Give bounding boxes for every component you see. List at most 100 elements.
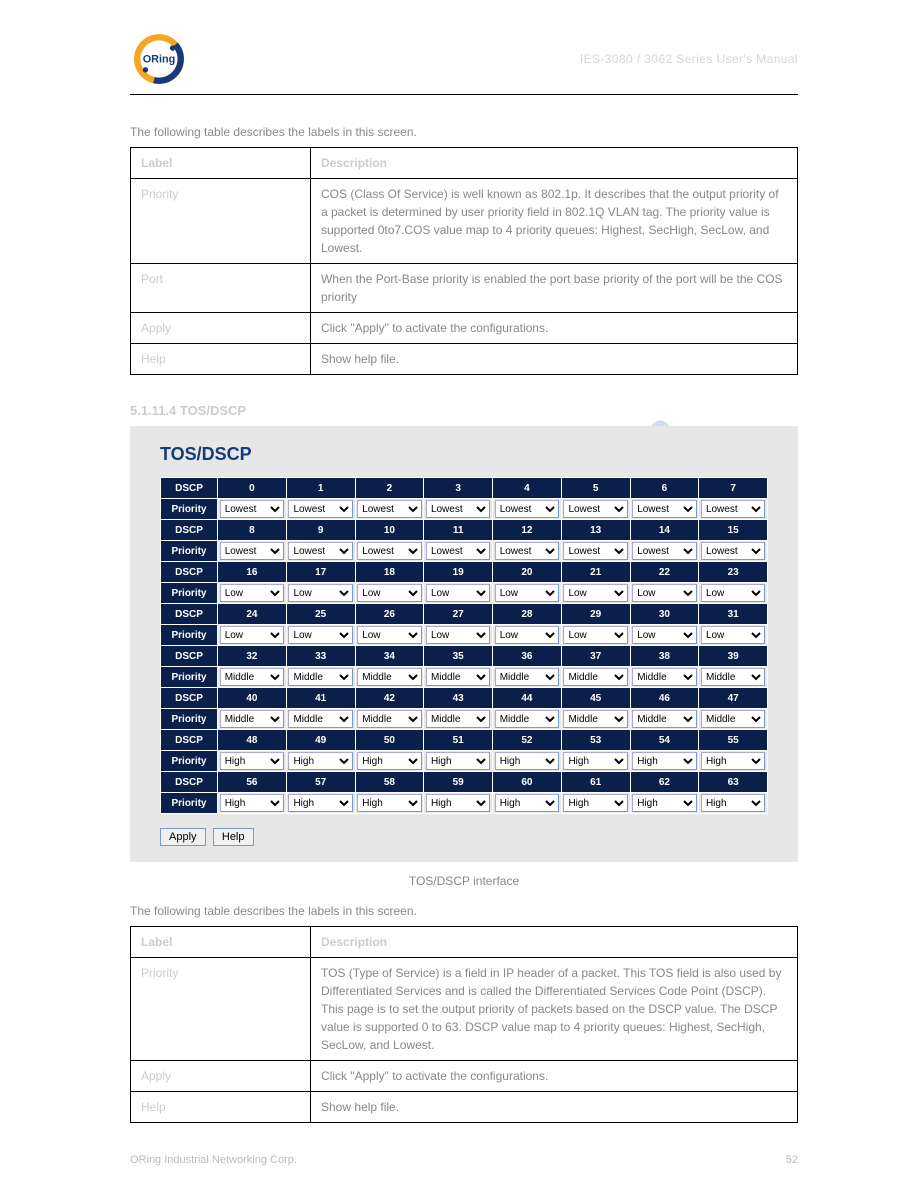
panel-caption: TOS/DSCP interface: [130, 872, 798, 890]
priority-select[interactable]: LowestLowMiddleHigh: [632, 752, 696, 770]
priority-select[interactable]: LowestLowMiddleHigh: [357, 668, 421, 686]
priority-select[interactable]: LowestLowMiddleHigh: [357, 752, 421, 770]
priority-select[interactable]: LowestLowMiddleHigh: [426, 584, 490, 602]
priority-select[interactable]: LowestLowMiddleHigh: [632, 584, 696, 602]
priority-cell: LowestLowMiddleHigh: [630, 583, 699, 604]
priority-select[interactable]: LowestLowMiddleHigh: [563, 500, 627, 518]
priority-select[interactable]: LowestLowMiddleHigh: [495, 794, 559, 812]
priority-select[interactable]: LowestLowMiddleHigh: [220, 752, 284, 770]
priority-select[interactable]: LowestLowMiddleHigh: [701, 584, 765, 602]
dscp-number: 60: [493, 772, 562, 793]
priority-select[interactable]: LowestLowMiddleHigh: [563, 584, 627, 602]
priority-select[interactable]: LowestLowMiddleHigh: [426, 752, 490, 770]
priority-select[interactable]: LowestLowMiddleHigh: [495, 542, 559, 560]
priority-select[interactable]: LowestLowMiddleHigh: [563, 794, 627, 812]
dscp-number: 21: [561, 562, 630, 583]
priority-select[interactable]: LowestLowMiddleHigh: [220, 668, 284, 686]
priority-select[interactable]: LowestLowMiddleHigh: [495, 752, 559, 770]
priority-select[interactable]: LowestLowMiddleHigh: [701, 542, 765, 560]
priority-select[interactable]: LowestLowMiddleHigh: [701, 752, 765, 770]
priority-select[interactable]: LowestLowMiddleHigh: [426, 542, 490, 560]
priority-select[interactable]: LowestLowMiddleHigh: [632, 542, 696, 560]
priority-select[interactable]: LowestLowMiddleHigh: [495, 668, 559, 686]
priority-select[interactable]: LowestLowMiddleHigh: [563, 542, 627, 560]
priority-select[interactable]: LowestLowMiddleHigh: [288, 584, 352, 602]
dscp-number: 27: [424, 604, 493, 625]
dscp-number: 59: [424, 772, 493, 793]
priority-cell: LowestLowMiddleHigh: [286, 793, 355, 814]
priority-cell: LowestLowMiddleHigh: [218, 709, 287, 730]
apply-button[interactable]: Apply: [160, 828, 206, 846]
row-desc: COS (Class Of Service) is well known as …: [311, 179, 798, 264]
priority-select[interactable]: LowestLowMiddleHigh: [563, 752, 627, 770]
priority-select[interactable]: LowestLowMiddleHigh: [701, 794, 765, 812]
dscp-number: 9: [286, 520, 355, 541]
priority-cell: LowestLowMiddleHigh: [561, 499, 630, 520]
priority-cell: LowestLowMiddleHigh: [286, 499, 355, 520]
priority-cell: LowestLowMiddleHigh: [630, 625, 699, 646]
priority-select[interactable]: LowestLowMiddleHigh: [288, 752, 352, 770]
dscp-number: 23: [699, 562, 768, 583]
priority-select[interactable]: LowestLowMiddleHigh: [701, 668, 765, 686]
priority-select[interactable]: LowestLowMiddleHigh: [495, 626, 559, 644]
priority-select[interactable]: LowestLowMiddleHigh: [288, 500, 352, 518]
priority-select[interactable]: LowestLowMiddleHigh: [357, 542, 421, 560]
dscp-number: 2: [355, 478, 424, 499]
priority-select[interactable]: LowestLowMiddleHigh: [357, 794, 421, 812]
priority-select[interactable]: LowestLowMiddleHigh: [357, 710, 421, 728]
priority-cell: LowestLowMiddleHigh: [630, 709, 699, 730]
priority-cell: LowestLowMiddleHigh: [699, 751, 768, 772]
priority-select[interactable]: LowestLowMiddleHigh: [495, 500, 559, 518]
priority-select[interactable]: LowestLowMiddleHigh: [357, 626, 421, 644]
dscp-row-header: DSCP: [161, 730, 218, 751]
footer-page-number: 52: [786, 1154, 798, 1166]
header-title: IES-3080 / 3062 Series User's Manual: [198, 52, 798, 66]
row-desc: TOS (Type of Service) is a field in IP h…: [311, 958, 798, 1061]
priority-select[interactable]: LowestLowMiddleHigh: [426, 500, 490, 518]
priority-select[interactable]: LowestLowMiddleHigh: [701, 710, 765, 728]
help-button[interactable]: Help: [213, 828, 254, 846]
dscp-number: 5: [561, 478, 630, 499]
priority-select[interactable]: LowestLowMiddleHigh: [495, 584, 559, 602]
priority-select[interactable]: LowestLowMiddleHigh: [220, 710, 284, 728]
priority-select[interactable]: LowestLowMiddleHigh: [495, 710, 559, 728]
priority-select[interactable]: LowestLowMiddleHigh: [632, 626, 696, 644]
priority-cell: LowestLowMiddleHigh: [493, 499, 562, 520]
priority-cell: LowestLowMiddleHigh: [561, 541, 630, 562]
priority-cell: LowestLowMiddleHigh: [355, 793, 424, 814]
dscp-row-header: DSCP: [161, 520, 218, 541]
priority-select[interactable]: LowestLowMiddleHigh: [632, 710, 696, 728]
priority-select[interactable]: LowestLowMiddleHigh: [357, 584, 421, 602]
priority-select[interactable]: LowestLowMiddleHigh: [220, 500, 284, 518]
priority-select[interactable]: LowestLowMiddleHigh: [426, 626, 490, 644]
priority-select[interactable]: LowestLowMiddleHigh: [288, 542, 352, 560]
priority-select[interactable]: LowestLowMiddleHigh: [632, 794, 696, 812]
priority-select[interactable]: LowestLowMiddleHigh: [220, 584, 284, 602]
priority-select[interactable]: LowestLowMiddleHigh: [426, 710, 490, 728]
priority-select[interactable]: LowestLowMiddleHigh: [632, 500, 696, 518]
priority-cell: LowestLowMiddleHigh: [218, 751, 287, 772]
priority-select[interactable]: LowestLowMiddleHigh: [288, 794, 352, 812]
priority-row-header: Priority: [161, 709, 218, 730]
priority-select[interactable]: LowestLowMiddleHigh: [563, 710, 627, 728]
priority-select[interactable]: LowestLowMiddleHigh: [426, 794, 490, 812]
priority-select[interactable]: LowestLowMiddleHigh: [426, 668, 490, 686]
priority-cell: LowestLowMiddleHigh: [218, 541, 287, 562]
table-row: HelpShow help file.: [131, 1092, 798, 1123]
priority-select[interactable]: LowestLowMiddleHigh: [563, 626, 627, 644]
priority-select[interactable]: LowestLowMiddleHigh: [288, 710, 352, 728]
priority-select[interactable]: LowestLowMiddleHigh: [220, 794, 284, 812]
row-desc: Show help file.: [311, 344, 798, 375]
priority-select[interactable]: LowestLowMiddleHigh: [220, 542, 284, 560]
priority-select[interactable]: LowestLowMiddleHigh: [220, 626, 284, 644]
dscp-number: 57: [286, 772, 355, 793]
dscp-number: 63: [699, 772, 768, 793]
priority-select[interactable]: LowestLowMiddleHigh: [288, 668, 352, 686]
priority-select[interactable]: LowestLowMiddleHigh: [357, 500, 421, 518]
priority-select[interactable]: LowestLowMiddleHigh: [701, 500, 765, 518]
priority-select[interactable]: LowestLowMiddleHigh: [563, 668, 627, 686]
dscp-number: 22: [630, 562, 699, 583]
priority-select[interactable]: LowestLowMiddleHigh: [701, 626, 765, 644]
priority-select[interactable]: LowestLowMiddleHigh: [288, 626, 352, 644]
priority-select[interactable]: LowestLowMiddleHigh: [632, 668, 696, 686]
